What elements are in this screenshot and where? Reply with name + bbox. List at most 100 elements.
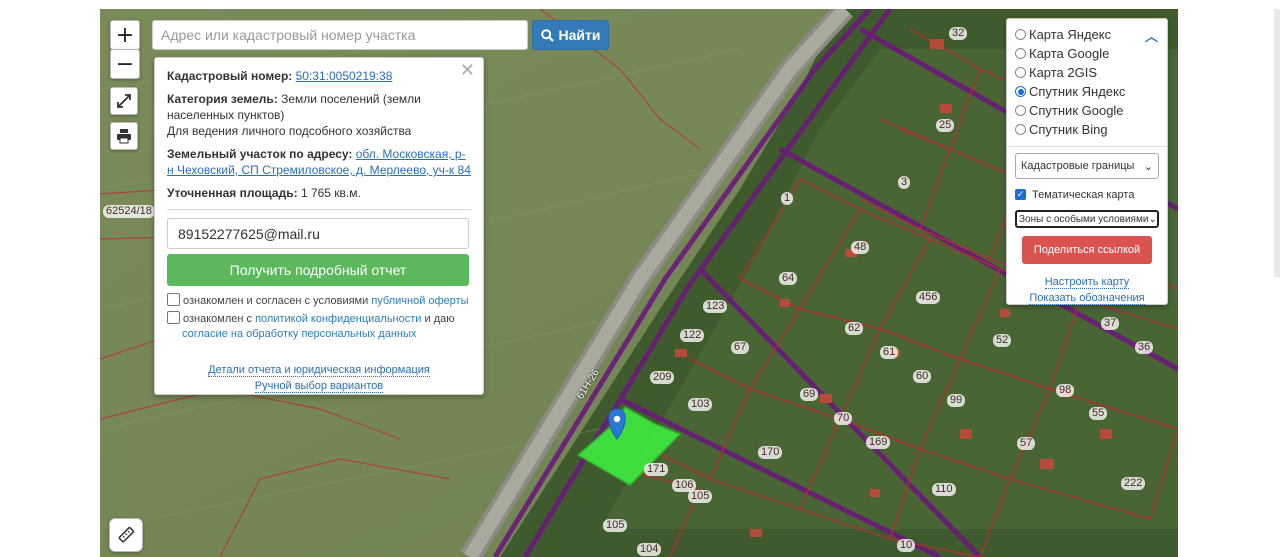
layer-option-label: Карта Google xyxy=(1029,46,1110,61)
area-label: Уточненная площадь: xyxy=(167,186,298,200)
layer-option-2gis-map[interactable]: Карта 2GIS xyxy=(1015,63,1159,82)
plot-label: 123 xyxy=(703,300,728,313)
plot-label: 10 xyxy=(897,539,916,552)
layer-option-yandex-satellite[interactable]: Спутник Яндекс xyxy=(1015,82,1159,101)
zoom-in-button[interactable]: + xyxy=(110,20,140,50)
plot-label: 1 xyxy=(781,192,794,205)
cadastral-number-row: Кадастровый номер: 50:31:0050219:38 xyxy=(167,68,471,84)
print-button[interactable] xyxy=(110,122,138,150)
privacy-policy-link[interactable]: политикой конфиденциальности xyxy=(255,313,421,325)
plot-label: 98 xyxy=(1056,384,1075,397)
share-link-button[interactable]: Поделиться ссылкой xyxy=(1022,236,1152,264)
thematic-map-row[interactable]: ✓ Тематическая карта xyxy=(1015,185,1159,204)
plot-info-popup: ✕ Кадастровый номер: 50:31:0050219:38 Ка… xyxy=(154,57,484,395)
area-value: 1 765 кв.м. xyxy=(300,186,361,200)
plot-label: 32 xyxy=(949,27,968,40)
search-button[interactable]: Найти xyxy=(532,20,609,50)
plot-label: 3 xyxy=(898,176,911,189)
divider xyxy=(167,209,471,210)
address-row: Земельный участок по адресу: обл. Москов… xyxy=(167,146,471,178)
privacy-consent-checkbox[interactable] xyxy=(167,311,180,324)
plot-label: 105 xyxy=(688,490,713,503)
print-icon xyxy=(117,129,131,144)
privacy-consent-text: ознакомлен с xyxy=(183,313,253,325)
ruler-icon xyxy=(118,526,135,543)
ruler-button[interactable] xyxy=(109,518,143,552)
radio-button[interactable] xyxy=(1015,105,1026,116)
address-label: Земельный участок по адресу: xyxy=(167,147,353,161)
plot-label: 57 xyxy=(1017,437,1036,450)
fullscreen-button[interactable] xyxy=(110,87,138,115)
boundaries-select[interactable]: Кадастровые границы ⌄ xyxy=(1015,153,1159,179)
plot-label: 122 xyxy=(680,329,705,342)
plot-label: 103 xyxy=(688,398,713,411)
plot-label: 62524/18 xyxy=(103,205,155,218)
personal-data-link[interactable]: согласие на обработку персональных данны… xyxy=(182,328,416,340)
offer-consent-checkbox[interactable] xyxy=(167,293,180,306)
boundaries-select-value: Кадастровые границы xyxy=(1021,160,1135,172)
details-link[interactable]: Детали отчета и юридическая информация xyxy=(208,364,430,377)
area-row: Уточненная площадь: 1 765 кв.м. xyxy=(167,185,471,201)
plot-label: 169 xyxy=(866,436,891,449)
plot-label: 456 xyxy=(916,291,941,304)
radio-button-selected[interactable] xyxy=(1015,86,1026,97)
plot-label: 36 xyxy=(1135,341,1154,354)
radio-button[interactable] xyxy=(1015,124,1026,135)
details-row: Детали отчета и юридическая информация xyxy=(167,362,471,378)
email-field[interactable]: 89152277625@mail.ru xyxy=(167,218,469,249)
thematic-map-label: Тематическая карта xyxy=(1032,188,1135,201)
search-input[interactable] xyxy=(152,20,528,50)
plot-label: 69 xyxy=(800,388,819,401)
cadastral-number-link[interactable]: 50:31:0050219:38 xyxy=(296,69,393,83)
usage-text: Для ведения личного подсобного хозяйства xyxy=(167,124,412,138)
plot-label: 67 xyxy=(731,341,750,354)
layer-option-yandex-map[interactable]: Карта Яндекс xyxy=(1015,25,1159,44)
legend-row: Показать обозначения xyxy=(1015,292,1159,305)
layer-option-google-satellite[interactable]: Спутник Google xyxy=(1015,101,1159,120)
privacy-consent-row: ознакомлен с политикой конфиденциальност… xyxy=(167,311,471,342)
plot-label: 222 xyxy=(1121,477,1146,490)
close-icon[interactable]: ✕ xyxy=(460,61,475,79)
search-icon xyxy=(540,28,554,42)
show-legend-link[interactable]: Показать обозначения xyxy=(1029,292,1145,305)
zoom-out-button[interactable]: − xyxy=(110,49,140,79)
public-offer-link[interactable]: публичной оферты xyxy=(371,295,468,307)
plot-label: 99 xyxy=(947,394,966,407)
chevron-up-icon[interactable]: ︿ xyxy=(1145,26,1158,45)
manual-selection-link[interactable]: Ручной выбор вариантов xyxy=(254,380,384,393)
layer-option-label: Спутник Google xyxy=(1029,103,1124,118)
radio-button[interactable] xyxy=(1015,67,1026,78)
divider xyxy=(1007,146,1167,147)
plot-label: 70 xyxy=(834,412,853,425)
radio-button[interactable] xyxy=(1015,48,1026,59)
plot-label: 171 xyxy=(644,463,669,476)
plot-label: 64 xyxy=(779,272,798,285)
get-report-button[interactable]: Получить подробный отчет xyxy=(167,254,469,286)
layers-panel: ︿ Карта Яндекс Карта Google Карта 2GIS С… xyxy=(1006,18,1168,305)
plot-label: 170 xyxy=(758,446,783,459)
layer-option-bing-satellite[interactable]: Спутник Bing xyxy=(1015,120,1159,139)
plot-label: 25 xyxy=(936,119,955,132)
manual-row: Ручной выбор вариантов xyxy=(167,378,471,394)
plot-label: 55 xyxy=(1089,407,1108,420)
cadastral-label: Кадастровый номер: xyxy=(167,69,293,83)
chevron-down-icon: ⌄ xyxy=(1148,213,1157,225)
plot-label: 209 xyxy=(650,371,675,384)
configure-map-row: Настроить карту xyxy=(1015,276,1159,289)
layer-option-google-map[interactable]: Карта Google xyxy=(1015,44,1159,63)
offer-consent-row: ознакомлен и согласен с условиями публич… xyxy=(167,293,471,309)
plot-label: 48 xyxy=(851,241,870,254)
configure-map-link[interactable]: Настроить карту xyxy=(1044,276,1130,289)
scrollbar[interactable] xyxy=(1274,9,1280,277)
plot-label: 62 xyxy=(845,322,864,335)
layer-option-label: Карта Яндекс xyxy=(1029,27,1112,42)
zones-select[interactable]: Зоны с особыми условиями ⌄ xyxy=(1015,210,1159,228)
privacy-consent-mid: и даю xyxy=(424,313,455,325)
layer-option-label: Спутник Яндекс xyxy=(1029,84,1126,99)
plot-label: 52 xyxy=(993,334,1012,347)
thematic-map-checkbox[interactable]: ✓ xyxy=(1015,189,1026,200)
radio-button[interactable] xyxy=(1015,29,1026,40)
category-row: Категория земель: Земли поселений (земли… xyxy=(167,91,471,123)
layer-option-label: Карта 2GIS xyxy=(1029,65,1098,80)
zones-select-value: Зоны с особыми условиями xyxy=(1019,213,1149,225)
